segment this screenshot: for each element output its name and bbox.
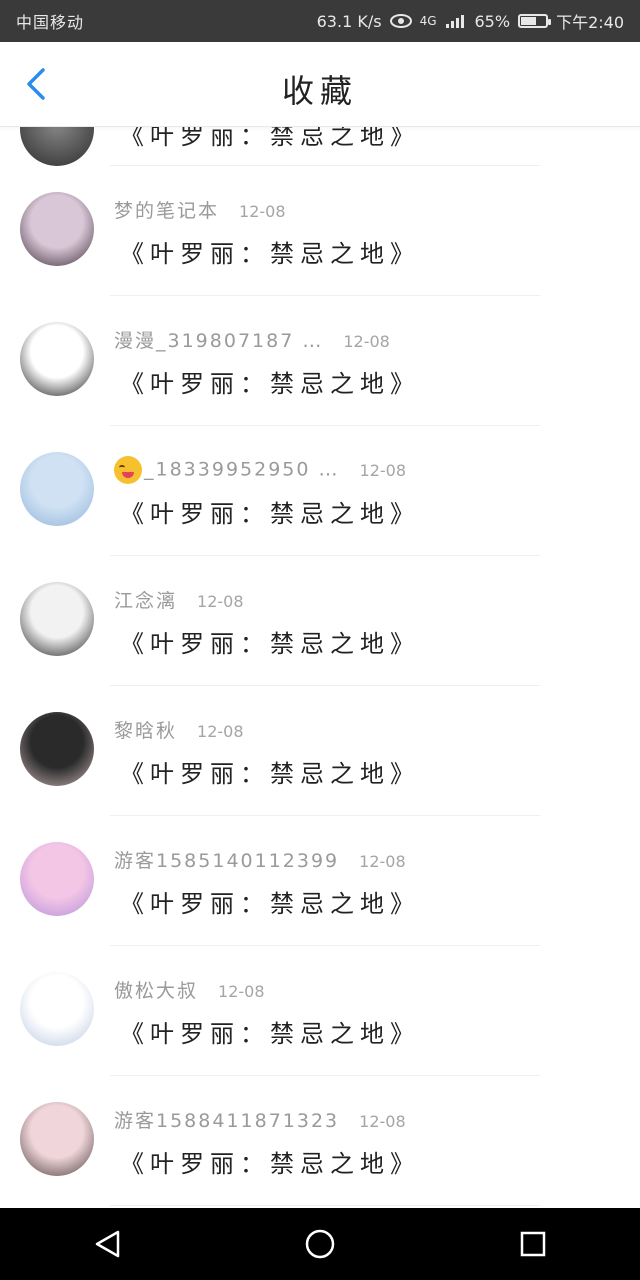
status-bar: 中国移动 63.1 K/s 4G 65% 下午2:40 (0, 0, 640, 42)
square-recent-icon (521, 1231, 546, 1257)
network-type: 4G (419, 14, 437, 28)
user-name-text: 黎晗秋 (114, 720, 178, 742)
book-title: 《叶罗丽：禁忌之地》 (120, 760, 420, 788)
page-title: 收藏 (281, 72, 358, 110)
triangle-back-icon (95, 1230, 119, 1258)
list-item[interactable]: 漫漫_319807187 … 12-08 《叶罗丽：禁忌之地》 (0, 296, 640, 426)
favorites-list: 《叶罗丽：禁忌之地》 梦的笔记本 12-08 《叶罗丽：禁忌之地》 漫漫_319807… (0, 118, 640, 1206)
circle-home-icon (305, 1229, 335, 1259)
user-name: 游客1588411871323 (114, 1106, 339, 1133)
item-meta: 傲松大叔 12-08 (114, 976, 265, 1003)
item-meta: 漫漫_319807187 … 12-08 (114, 326, 390, 353)
list-item[interactable]: 傲松大叔 12-08 《叶罗丽：禁忌之地》 (0, 946, 640, 1076)
nav-back-button[interactable] (85, 1222, 129, 1266)
book-title: 《叶罗丽：禁忌之地》 (120, 630, 420, 658)
user-name-text: 漫漫_319807187 … (114, 330, 324, 352)
item-meta: 江念漓 12-08 (114, 586, 244, 613)
list-item[interactable]: 梦的笔记本 12-08 《叶罗丽：禁忌之地》 (0, 166, 640, 296)
user-name-text: 梦的笔记本 (114, 200, 220, 222)
laughing-emoji-icon (114, 456, 142, 484)
carrier: 中国移动 (16, 13, 85, 32)
list-item[interactable]: 江念漓 12-08 《叶罗丽：禁忌之地》 (0, 556, 640, 686)
nav-recent-button[interactable] (511, 1222, 555, 1266)
item-date: 12-08 (359, 1112, 406, 1131)
item-date: 12-08 (197, 592, 244, 611)
book-title: 《叶罗丽：禁忌之地》 (120, 370, 420, 398)
book-title: 《叶罗丽：禁忌之地》 (120, 1150, 420, 1178)
avatar[interactable] (20, 582, 94, 656)
list-item[interactable]: _18339952950 … 12-08 《叶罗丽：禁忌之地》 (0, 426, 640, 556)
nav-home-button[interactable] (298, 1222, 342, 1266)
user-name: 黎晗秋 (114, 716, 177, 743)
user-name-text: 傲松大叔 (114, 980, 199, 1002)
top-app-bar: 收藏 (0, 42, 640, 127)
battery-icon (518, 14, 552, 28)
user-name-text: 江念漓 (114, 590, 178, 612)
item-meta: 黎晗秋 12-08 (114, 716, 244, 743)
user-name: 梦的笔记本 (114, 196, 219, 223)
user-name: 傲松大叔 (114, 976, 198, 1003)
book-title: 《叶罗丽：禁忌之地》 (120, 500, 420, 528)
avatar[interactable] (20, 452, 94, 526)
clock: 下午2:40 (556, 13, 624, 32)
eye-icon (389, 14, 412, 28)
user-name: 游客1585140112399 (114, 846, 339, 873)
item-meta: 游客1585140112399 12-08 (114, 846, 406, 873)
user-name-text: 游客1585140112399 (114, 850, 340, 872)
user-name: 江念漓 (114, 586, 177, 613)
user-name: 漫漫_319807187 … (114, 326, 323, 353)
book-title: 《叶罗丽：禁忌之地》 (120, 1020, 420, 1048)
item-meta: _18339952950 … 12-08 (114, 456, 406, 484)
item-meta: 梦的笔记本 12-08 (114, 196, 286, 223)
avatar[interactable] (20, 972, 94, 1046)
item-date: 12-08 (359, 460, 407, 480)
book-title: 《叶罗丽：禁忌之地》 (120, 890, 420, 918)
item-date: 12-08 (197, 722, 244, 741)
system-nav-bar (0, 1208, 640, 1280)
avatar[interactable] (20, 1102, 94, 1176)
item-date: 12-08 (218, 982, 265, 1001)
avatar[interactable] (20, 322, 94, 396)
signal-icon (445, 15, 464, 28)
user-name-text: 游客1588411871323 (114, 1110, 340, 1132)
item-date: 12-08 (239, 202, 286, 221)
avatar[interactable] (20, 712, 94, 786)
avatar[interactable] (20, 192, 94, 266)
list-item[interactable]: 游客1585140112399 12-08 《叶罗丽：禁忌之地》 (0, 816, 640, 946)
item-date: 12-08 (359, 852, 406, 871)
item-date: 12-08 (343, 332, 390, 351)
avatar[interactable] (20, 842, 94, 916)
network-speed: 63.1 K/s (316, 11, 382, 31)
battery-percent: 65% (474, 11, 511, 31)
user-name: _18339952950 … (114, 456, 340, 484)
divider (110, 1205, 540, 1206)
list-item[interactable]: 游客1588411871323 12-08 《叶罗丽：禁忌之地》 (0, 1076, 640, 1206)
item-meta: 游客1588411871323 12-08 (114, 1106, 406, 1133)
list-item[interactable]: 黎晗秋 12-08 《叶罗丽：禁忌之地》 (0, 686, 640, 816)
user-name-text: _18339952950 … (144, 458, 340, 481)
book-title: 《叶罗丽：禁忌之地》 (120, 240, 420, 268)
